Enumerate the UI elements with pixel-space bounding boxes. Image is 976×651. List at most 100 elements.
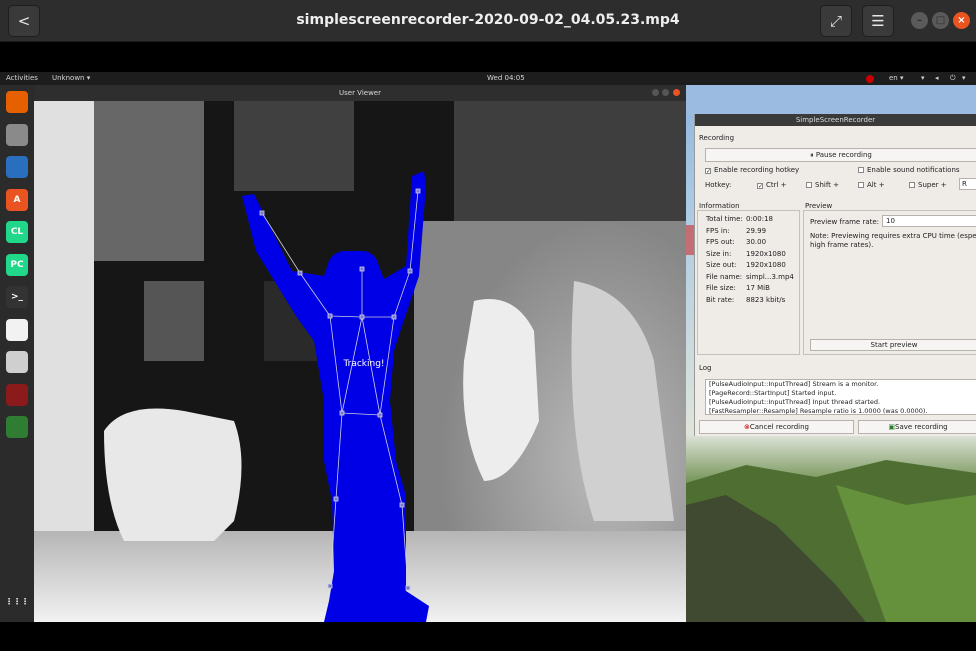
bottom-letterbox [0, 622, 976, 651]
language-indicator[interactable]: en ▾ [889, 72, 903, 85]
video-frame[interactable]: Activities Unknown ▾ Wed 04:05 en ▾ ▾ ◂ … [0, 72, 976, 622]
pause-label: Pause recording [815, 151, 872, 159]
info-value: 30.00 [746, 238, 767, 246]
writer-icon[interactable] [6, 156, 28, 178]
hotkey-label: Hotkey: [705, 181, 732, 189]
info-value: 0:00:18 [746, 215, 773, 223]
pycharm-icon[interactable]: PC [6, 253, 28, 276]
ssr-window: SimpleScreenRecorder Recording ⏸ Pause r… [694, 114, 976, 436]
viewer-titlebar: User Viewer [34, 85, 686, 101]
power-icon[interactable]: ⏻ [950, 72, 956, 85]
recorder-icon[interactable] [6, 383, 28, 406]
information-heading: Information [699, 202, 740, 210]
ctrl-checkbox[interactable]: ✓ Ctrl + [757, 181, 787, 190]
info-value: 29.99 [746, 226, 767, 235]
enable-sound-checkbox[interactable]: Enable sound notifications [858, 166, 960, 174]
info-label: Size in: [706, 249, 732, 258]
system-menu-icon[interactable]: ▾ [962, 72, 966, 85]
info-label: Size out: [706, 261, 737, 269]
wifi-icon[interactable]: ▾ [921, 72, 925, 85]
close-button[interactable]: × [953, 12, 970, 29]
maximize-button[interactable]: □ [932, 12, 949, 29]
pause-recording-button[interactable]: ⏸ Pause recording [705, 148, 976, 162]
cancel-label: Cancel recording [749, 423, 809, 431]
fullscreen-icon: ⤢ [829, 12, 842, 30]
app-menu[interactable]: Unknown ▾ [52, 72, 90, 85]
info-label: File name: [706, 272, 743, 281]
clock[interactable]: Wed 04:05 [487, 72, 525, 85]
preview-note-line-1: Note: Previewing requires extra CPU time… [810, 232, 976, 240]
enable-sound-label: Enable sound notifications [867, 166, 960, 174]
enable-hotkey-checkbox[interactable]: ✓ Enable recording hotkey [705, 166, 800, 175]
checkbox-icon [858, 182, 864, 188]
firefox-icon[interactable] [6, 91, 28, 113]
show-apps-grid-icon[interactable]: ⋮⋮⋮ [5, 590, 29, 612]
log-line: [PulseAudioInput::InputThread] Stream is… [709, 380, 879, 388]
save-recording-button[interactable]: ▣Save recording [858, 420, 976, 434]
viewer-close-icon[interactable] [673, 89, 680, 96]
information-panel: Total time: 0:00:18 FPS in: 29.99 FPS out: 30… [697, 210, 800, 355]
activities-button[interactable]: Activities [6, 72, 38, 85]
cancel-recording-button[interactable]: ⊗Cancel recording [699, 420, 854, 434]
minimize-button[interactable]: – [911, 12, 928, 29]
gnome-top-bar: Activities Unknown ▾ Wed 04:05 en ▾ ▾ ◂ … [0, 72, 976, 85]
info-value: simpl...3.mp4 [746, 272, 794, 281]
info-value: 17 MiB [746, 284, 770, 292]
viewer-minimize-icon[interactable] [652, 89, 659, 96]
recording-heading: Recording [699, 134, 735, 142]
checkbox-icon [806, 182, 812, 188]
preview-rate-input[interactable]: 10 [882, 215, 976, 227]
minimize-icon: – [917, 15, 922, 26]
super-label: Super + [918, 181, 947, 189]
preview-panel: Preview frame rate: 10 Note: Previewing … [803, 210, 976, 355]
checkbox-icon [909, 182, 915, 188]
alt-label: Alt + [867, 181, 885, 189]
dock: A CL PC >_ ⋮⋮⋮ [0, 85, 34, 622]
enable-hotkey-label: Enable recording hotkey [714, 166, 800, 174]
hamburger-menu-icon: ☰ [871, 12, 885, 30]
depth-image: Tracking! [34, 101, 686, 622]
info-label: File size: [706, 284, 736, 292]
text-editor-icon[interactable] [6, 318, 28, 341]
log-line: [PageRecord::StartInput] Started input. [709, 389, 837, 397]
software-icon[interactable]: A [6, 188, 28, 211]
shift-label: Shift + [815, 181, 840, 189]
info-value: 1920x1080 [746, 261, 786, 269]
clion-icon[interactable]: CL [6, 221, 28, 243]
fullscreen-button[interactable]: ⤢ [820, 5, 852, 37]
save-label: Save recording [895, 423, 948, 431]
player-header-bar: < simplescreenrecorder-2020-09-02_04.05.… [0, 0, 976, 42]
ssr-titlebar: SimpleScreenRecorder [695, 114, 976, 126]
hotkey-key-field[interactable]: R [959, 178, 976, 190]
checkbox-checked-icon: ✓ [705, 168, 712, 175]
checkbox-checked-icon: ✓ [757, 183, 764, 190]
menu-button[interactable]: ☰ [862, 5, 894, 37]
tracking-label: Tracking! [342, 359, 384, 369]
log-output[interactable]: [PulseAudioInput::InputThread] Stream is… [705, 379, 976, 415]
log-heading: Log [699, 364, 712, 372]
record-indicator-icon[interactable] [866, 75, 874, 83]
preview-heading: Preview [805, 202, 833, 210]
viewer-maximize-icon[interactable] [662, 89, 669, 96]
super-checkbox[interactable]: Super + [909, 181, 947, 189]
info-label: Bit rate: [706, 295, 735, 304]
terminal-icon[interactable]: >_ [6, 286, 28, 308]
viewer-title: User Viewer [339, 89, 381, 97]
preview-note-line-2: high frame rates). [810, 241, 874, 249]
start-preview-button[interactable]: Start preview [810, 339, 976, 351]
shift-checkbox[interactable]: Shift + [806, 181, 839, 189]
alt-checkbox[interactable]: Alt + [858, 181, 885, 189]
preview-rate-label: Preview frame rate: [810, 218, 880, 226]
close-icon: × [957, 15, 966, 26]
screenshot-icon[interactable] [6, 351, 28, 373]
maximize-icon: □ [935, 15, 946, 26]
info-label: Total time: [706, 215, 743, 223]
ctrl-label: Ctrl + [766, 181, 787, 189]
info-label: FPS in: [706, 226, 730, 235]
globe-icon[interactable] [6, 416, 28, 438]
log-line: [FastResampler::Resample] Resample ratio… [709, 407, 928, 415]
info-value: 1920x1080 [746, 249, 786, 258]
depth-viewer-canvas: Tracking! [34, 101, 686, 622]
volume-icon[interactable]: ◂ [935, 72, 939, 85]
files-icon[interactable] [6, 123, 28, 146]
